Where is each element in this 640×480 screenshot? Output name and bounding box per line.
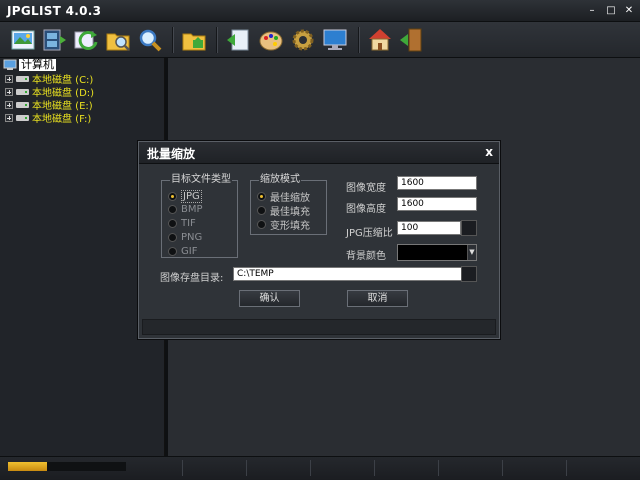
scale-mode-group: 缩放模式 最佳缩放 最佳填充 变形填充 (250, 174, 327, 235)
status-divider (374, 460, 375, 476)
radio-label: JPG (181, 190, 202, 203)
dialog-title: 批量缩放 (147, 147, 196, 161)
bg-color-label: 背景颜色 (346, 251, 386, 262)
film-icon[interactable] (40, 26, 68, 54)
radio-dot (168, 247, 177, 256)
exit-icon[interactable] (397, 26, 425, 54)
radio-best-fill[interactable]: 最佳填充 (257, 203, 310, 218)
expand-icon[interactable] (5, 113, 13, 122)
radio-label: GIF (181, 246, 198, 257)
radio-tif[interactable]: TIF (168, 218, 196, 229)
tree-root[interactable]: 计算机 (3, 59, 56, 71)
close-button[interactable]: ✕ (622, 4, 636, 18)
radio-dot (168, 192, 177, 201)
drive-label: 本地磁盘 (F:) (32, 114, 92, 125)
toolbar-separator (172, 27, 174, 53)
gear-icon[interactable] (289, 26, 317, 54)
tree-root-label: 计算机 (19, 58, 56, 71)
status-bar (0, 456, 640, 480)
save-dir-field[interactable]: C:\TEMP (233, 267, 462, 281)
height-field[interactable]: 1600 (397, 197, 477, 211)
width-field[interactable]: 1600 (397, 176, 477, 190)
chevron-down-icon[interactable]: ▼ (467, 245, 476, 260)
open-folder-icon[interactable] (180, 26, 208, 54)
height-label: 图像高度 (346, 204, 386, 215)
width-label: 图像宽度 (346, 183, 386, 194)
home-icon[interactable] (366, 26, 394, 54)
expand-icon[interactable] (5, 74, 13, 83)
radio-dot (168, 219, 177, 228)
computer-icon (3, 59, 17, 70)
jpg-quality-label: JPG压缩比 (346, 228, 393, 239)
scale-mode-legend: 缩放模式 (259, 174, 301, 186)
radio-label: TIF (181, 218, 196, 229)
radio-png[interactable]: PNG (168, 232, 202, 243)
drive-icon (16, 114, 29, 121)
picture-icon[interactable] (9, 26, 37, 54)
status-divider (246, 460, 247, 476)
browse-dir-button[interactable] (461, 266, 477, 282)
radio-dot (257, 192, 266, 201)
status-divider (566, 460, 567, 476)
jpg-quality-stepper[interactable] (461, 220, 477, 236)
status-divider (438, 460, 439, 476)
status-divider (182, 460, 183, 476)
palette-icon[interactable] (257, 26, 285, 54)
maximize-button[interactable]: □ (604, 4, 618, 18)
radio-label: 最佳缩放 (270, 193, 310, 204)
radio-dot (257, 220, 266, 229)
radio-dot (168, 205, 177, 214)
batch-resize-dialog: 批量缩放 x 目标文件类型 JPG BMP TIF PNG GIF 缩放模式 最… (138, 141, 500, 339)
radio-gif[interactable]: GIF (168, 246, 197, 257)
radio-jpg[interactable]: JPG (168, 190, 202, 203)
toolbar-separator (216, 27, 218, 53)
drive-icon (16, 88, 29, 95)
refresh-icon[interactable] (72, 26, 100, 54)
drive-icon (16, 101, 29, 108)
toolbar (0, 22, 640, 58)
browse-folder-icon[interactable] (104, 26, 132, 54)
monitor-icon[interactable] (321, 26, 349, 54)
radio-label: 变形填充 (270, 221, 310, 232)
expand-icon[interactable] (5, 100, 13, 109)
radio-best-fit[interactable]: 最佳缩放 (257, 189, 310, 204)
import-icon[interactable] (224, 26, 252, 54)
save-dir-label: 图像存盘目录: (160, 273, 224, 284)
radio-stretch-fill[interactable]: 变形填充 (257, 217, 310, 232)
dialog-footer (142, 319, 496, 335)
toolbar-separator (358, 27, 360, 53)
drive-icon (16, 75, 29, 82)
minimize-button[interactable]: – (585, 4, 599, 18)
dialog-close-button[interactable]: x (485, 145, 493, 159)
window-title: JPGLIST 4.0.3 (7, 4, 102, 18)
file-type-group: 目标文件类型 JPG BMP TIF PNG GIF (161, 174, 238, 258)
status-divider (502, 460, 503, 476)
tree-item-drive-f[interactable]: 本地磁盘 (F:) (5, 110, 91, 125)
dialog-title-bar: 批量缩放 x (139, 142, 499, 164)
radio-label: BMP (181, 204, 203, 215)
ok-button[interactable]: 确认 (239, 290, 300, 307)
radio-dot (257, 206, 266, 215)
bg-color-picker[interactable]: ▼ (397, 244, 477, 261)
jpg-quality-field[interactable]: 100 (397, 221, 461, 235)
progress-bar (8, 462, 126, 471)
progress-fill (8, 462, 47, 471)
search-icon[interactable] (136, 26, 164, 54)
title-bar: JPGLIST 4.0.3 – □ ✕ (0, 0, 640, 22)
radio-bmp[interactable]: BMP (168, 204, 203, 215)
cancel-button[interactable]: 取消 (347, 290, 408, 307)
radio-label: 最佳填充 (270, 207, 310, 218)
radio-dot (168, 233, 177, 242)
radio-label: PNG (181, 232, 203, 243)
expand-icon[interactable] (5, 87, 13, 96)
file-type-legend: 目标文件类型 (170, 174, 232, 186)
status-divider (310, 460, 311, 476)
